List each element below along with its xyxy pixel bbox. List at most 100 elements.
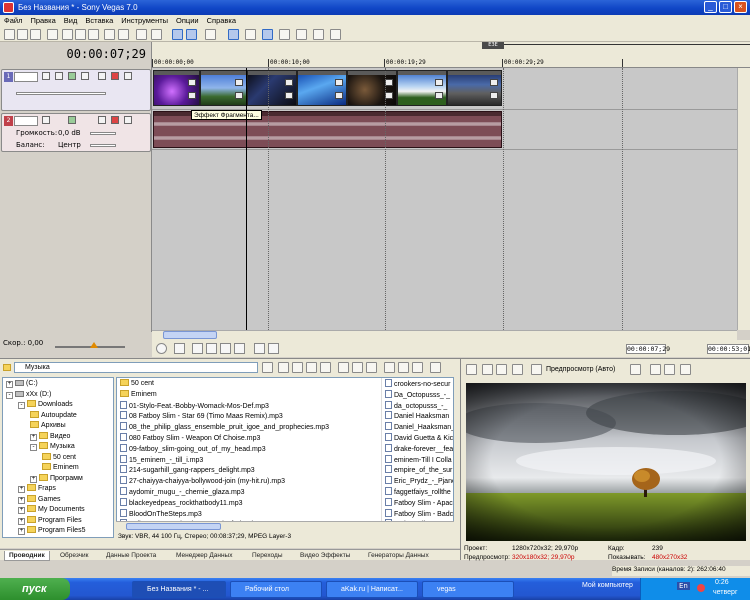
record-icon[interactable] [156,343,167,354]
file-item[interactable]: blackeyedpeas_rockthatbody11.mp3 [120,497,378,508]
file-item[interactable]: David Guetta & Kic [385,433,453,443]
maximize-button[interactable]: □ [719,1,732,13]
trim-icon[interactable] [151,29,162,40]
file-item[interactable]: 08_the_philip_glass_ensemble_pruit_igoe_… [120,422,378,432]
tray-computer-label[interactable]: Мой компьютер [582,582,633,589]
external-monitor-icon[interactable] [482,364,493,375]
copy-icon[interactable] [75,29,86,40]
tree-node[interactable]: - Downloads [18,400,73,410]
new-icon[interactable] [4,29,15,40]
video-track-header[interactable]: 1 [1,69,151,111]
video-clip-2[interactable] [200,70,247,106]
snap-icon[interactable] [186,29,197,40]
video-clip-6[interactable] [397,70,447,106]
tab-video-fx[interactable]: Видео Эффекты [296,551,354,561]
close-button[interactable]: × [734,1,747,13]
minimize-button[interactable]: _ [704,1,717,13]
file-item[interactable]: Fatboy Slim - Badc [385,508,453,519]
collapse-icon[interactable]: - [30,444,37,451]
tree-node[interactable]: 50 cent [42,452,76,463]
file-list[interactable]: 50 cent Eminem 01-Stylo-Feat.-Bobby-Womack… [116,377,454,531]
file-item[interactable]: faggetfaiys_rollthe [385,487,453,497]
redo-icon[interactable] [118,29,129,40]
timeline-horizontal-scrollbar[interactable] [152,330,737,340]
tree-node[interactable]: + (C:) [6,379,38,389]
file-item[interactable]: Da_Octopusss_-_ [385,389,453,400]
menu-view[interactable]: Вид [60,16,82,25]
file-item[interactable]: Daniel_Haaksman_ [385,422,453,432]
audio-track-header[interactable]: 2 Громкость: 0,0 dB Баланс: Центр [1,113,151,152]
file-item[interactable]: Daniel Haaksman [385,411,453,421]
event-fx-icon[interactable] [490,79,498,86]
playhead-cursor[interactable] [246,68,247,332]
tab-trimmer[interactable]: Обрезчик [56,551,93,561]
tree-node[interactable]: + Program Files [18,515,82,526]
envelope-tool-icon[interactable] [245,29,256,40]
file-item[interactable]: Fatboy Slim - Apac [385,497,453,508]
file-item[interactable]: eminem-Till I Colla [385,454,453,465]
new-folder-icon[interactable] [320,362,331,373]
mute-icon[interactable] [98,72,106,80]
event-fx-icon[interactable] [435,79,443,86]
file-item[interactable]: 01-Stylo-Feat.-Bobby-Womack-Mos-Def.mp3 [120,400,378,411]
tab-transitions[interactable]: Переходы [248,551,287,561]
tab-explorer[interactable]: Проводник [4,551,50,561]
event-fx-icon[interactable] [235,79,243,86]
video-clip-7[interactable] [447,70,502,106]
up-folder-icon[interactable] [262,362,273,373]
file-item[interactable]: BloodOnTheSteps.mp3 [120,508,378,519]
tree-node[interactable]: + Games [18,494,61,505]
video-clip-5[interactable] [347,70,397,106]
paste-icon[interactable] [88,29,99,40]
menu-edit[interactable]: Правка [26,16,59,25]
event-pan-crop-icon[interactable] [490,92,498,99]
file-item[interactable]: 080 Fatboy Slim - Weapon Of Choise.mp3 [120,433,378,443]
menu-file[interactable]: Файл [0,16,26,25]
loop-region-bar[interactable] [504,44,750,48]
balance-slider[interactable] [90,144,116,147]
clock-time[interactable]: 0:26 [715,579,729,586]
file-item[interactable]: 214-sugarhill_gang-rappers_delight.mp3 [120,465,378,475]
folder-tree[interactable]: + (C:) - xXx (D:) - Downloads Autoupdate Архивы… [2,377,114,538]
preview-properties-icon[interactable] [466,364,477,375]
audio-fx-icon[interactable] [68,116,76,124]
event-pan-crop-icon[interactable] [335,92,343,99]
event-pan-crop-icon[interactable] [235,92,243,99]
expand-icon[interactable]: + [18,517,25,525]
selection-tool-icon[interactable] [262,29,273,40]
preview-fx-icon[interactable] [496,364,507,375]
tree-node[interactable]: + Fraps [18,484,56,494]
get-media-icon[interactable] [384,362,395,373]
expand-icon[interactable]: + [30,475,37,483]
file-scroll-thumb[interactable] [126,523,221,530]
cd-icon[interactable] [398,362,409,373]
folder-item[interactable]: Eminem [120,389,378,400]
menu-help[interactable]: Справка [203,16,240,25]
start-preview-icon[interactable] [352,362,363,373]
tab-project-media[interactable]: Данные Проекта [102,551,160,561]
stop-preview-icon[interactable] [338,362,349,373]
split-screen-icon[interactable] [512,364,523,375]
preview-mode-icon[interactable] [531,364,542,375]
speed-handle-icon[interactable] [90,342,98,348]
preview-view-icon[interactable] [680,364,691,375]
taskbar-item-vegas[interactable]: Без Названия * - ... [132,581,226,598]
overlays-icon[interactable] [630,364,641,375]
play-icon[interactable] [206,343,217,354]
event-fx-icon[interactable] [188,79,196,86]
collapse-icon[interactable]: - [6,391,13,399]
open-icon[interactable] [17,29,28,40]
tree-node[interactable]: + Program Files5 [18,526,85,536]
render-icon[interactable] [136,29,147,40]
split-icon[interactable] [296,29,307,40]
path-dropdown[interactable]: Музыка [14,362,258,373]
track-motion-icon[interactable] [55,72,63,80]
expand-icon[interactable]: + [18,496,25,504]
tree-node[interactable]: Autoupdate [30,410,77,421]
start-button[interactable]: пуск [0,578,70,600]
expand-icon[interactable] [42,72,50,80]
video-level-slider[interactable] [16,92,106,95]
views-icon[interactable] [430,362,441,373]
video-clip-3[interactable] [247,70,297,106]
composite-mode-icon[interactable] [81,72,89,80]
